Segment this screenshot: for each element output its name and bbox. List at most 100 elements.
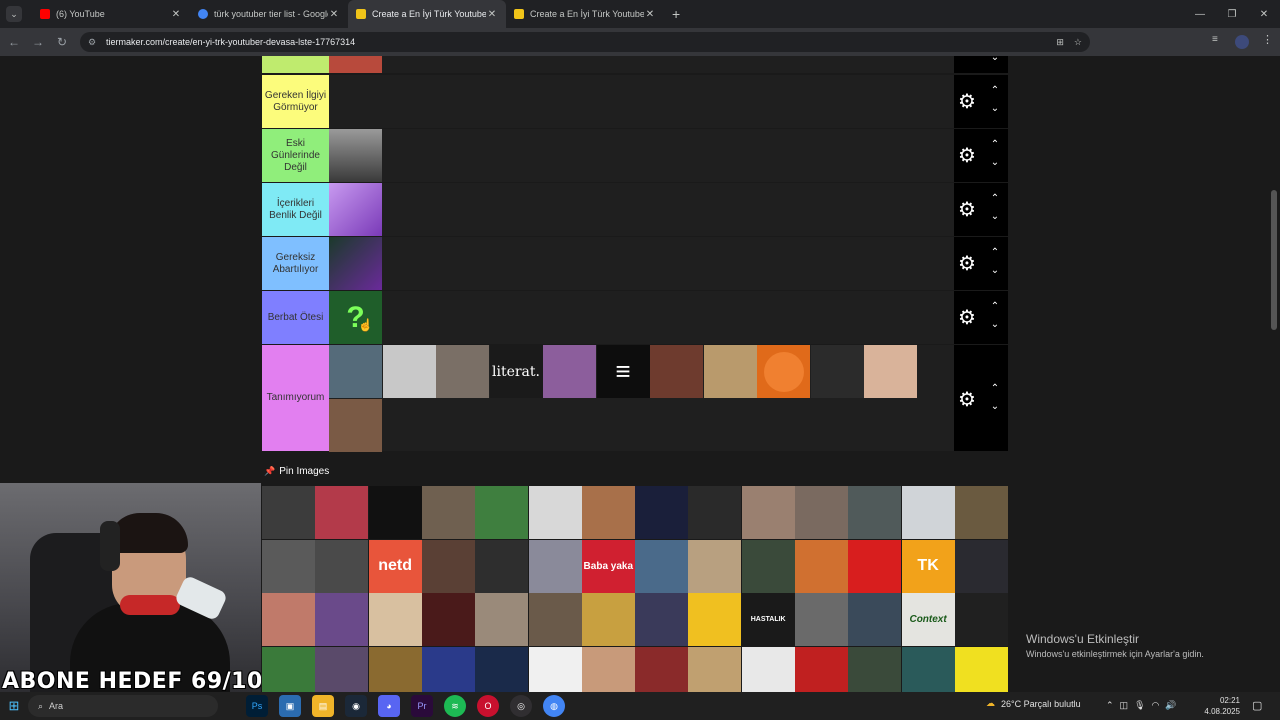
chevron-down-icon[interactable]: ⌄ [988, 315, 1002, 335]
tab-youtube[interactable]: (6) YouTube ✕ [32, 0, 190, 28]
pool-youtuber-thumbnail[interactable] [848, 593, 902, 646]
pool-youtuber-thumbnail[interactable] [475, 539, 529, 593]
translate-icon[interactable]: ⊞ [1056, 37, 1064, 48]
tier-label[interactable]: İçerikleri Benlik Değil [262, 183, 329, 236]
site-info-icon[interactable]: ⚙ [88, 37, 98, 48]
close-tab-icon[interactable]: ✕ [170, 9, 182, 20]
pool-youtuber-thumbnail[interactable] [954, 539, 1008, 593]
pool-youtuber-thumbnail[interactable] [368, 646, 422, 692]
gear-icon[interactable]: ⚙ [958, 197, 976, 222]
pool-youtuber-thumbnail[interactable] [421, 593, 475, 646]
chevron-up-icon[interactable]: ⌃ [988, 81, 1002, 101]
pool-youtuber-thumbnail[interactable] [848, 486, 902, 539]
pool-youtuber-thumbnail[interactable] [688, 646, 742, 692]
minimize-icon[interactable]: — [1184, 0, 1216, 28]
chevron-down-icon[interactable]: ⌄ [988, 56, 1002, 68]
network-icon[interactable]: ◫ [1120, 700, 1129, 711]
reload-icon[interactable]: ↻ [50, 35, 74, 49]
pool-youtuber-thumbnail[interactable] [795, 486, 848, 539]
gear-icon[interactable]: ⚙ [958, 387, 976, 412]
chevron-up-icon[interactable]: ⌃ [988, 379, 1002, 399]
chevron-up-icon[interactable]: ⌃ [988, 243, 1002, 263]
pool-youtuber-thumbnail[interactable] [635, 539, 689, 593]
close-window-icon[interactable]: ✕ [1248, 0, 1280, 28]
pool-youtuber-thumbnail[interactable] [741, 539, 795, 593]
taskbar-clock[interactable]: 02:21 4.08.2025 [1198, 695, 1240, 717]
windows-start-icon[interactable]: ⊞ [0, 698, 28, 714]
chevron-up-icon[interactable]: ⌃ [988, 189, 1002, 209]
youtuber-thumbnail[interactable] [329, 399, 382, 452]
volume-icon[interactable]: 🔊 [1165, 700, 1176, 711]
chrome-icon[interactable]: ◍ [543, 695, 565, 717]
tier-label[interactable]: Berbat Ötesi [262, 291, 329, 344]
obs-icon[interactable]: ◎ [510, 695, 532, 717]
pool-youtuber-thumbnail[interactable] [901, 646, 955, 692]
pool-youtuber-thumbnail[interactable] [954, 486, 1008, 539]
back-icon[interactable]: ← [2, 35, 26, 49]
pin-images-toggle[interactable]: 📌 Pin Images [264, 466, 329, 477]
pool-youtuber-thumbnail[interactable] [315, 539, 369, 593]
tier-items[interactable] [329, 129, 954, 182]
pool-youtuber-thumbnail[interactable] [528, 539, 582, 593]
pool-youtuber-thumbnail[interactable] [315, 646, 369, 692]
pool-youtuber-thumbnail[interactable] [315, 486, 369, 539]
pool-youtuber-thumbnail[interactable] [262, 486, 315, 539]
youtuber-thumbnail[interactable] [329, 56, 382, 73]
chevron-down-icon[interactable]: ⌄ [988, 99, 1002, 119]
gear-icon[interactable]: ⚙ [958, 143, 976, 168]
tier-items[interactable] [329, 75, 954, 128]
tier-items[interactable] [329, 56, 954, 73]
chevron-down-icon[interactable]: ⌄ [988, 261, 1002, 281]
mic-icon[interactable]: 🎙 [1134, 700, 1145, 711]
pool-youtuber-thumbnail[interactable] [528, 486, 582, 539]
pool-youtuber-thumbnail[interactable] [795, 593, 848, 646]
tray-chevron-icon[interactable]: ⌃ [1106, 700, 1114, 711]
photoshop-icon[interactable]: Ps [246, 695, 268, 717]
pool-youtuber-thumbnail[interactable] [262, 593, 315, 646]
pool-youtuber-thumbnail[interactable] [262, 539, 315, 593]
pool-youtuber-thumbnail[interactable] [528, 593, 582, 646]
pool-youtuber-thumbnail[interactable] [421, 646, 475, 692]
gear-icon[interactable]: ⚙ [958, 251, 976, 276]
youtuber-thumbnail[interactable] [436, 345, 489, 398]
pool-youtuber-thumbnail[interactable] [475, 486, 529, 539]
youtuber-thumbnail[interactable] [864, 345, 917, 398]
pool-youtuber-thumbnail[interactable] [421, 539, 475, 593]
taskbar-search[interactable]: ⌕ Ara [28, 695, 218, 717]
youtuber-thumbnail[interactable] [329, 129, 382, 182]
pool-youtuber-thumbnail[interactable] [315, 593, 369, 646]
pool-youtuber-thumbnail[interactable] [848, 539, 902, 593]
pool-youtuber-thumbnail[interactable] [475, 593, 529, 646]
youtuber-thumbnail[interactable] [703, 345, 757, 398]
tier-label[interactable]: Gereksiz Abartılıyor [262, 237, 329, 290]
steam-icon[interactable]: ◉ [345, 695, 367, 717]
youtuber-thumbnail[interactable] [329, 183, 382, 236]
pool-youtuber-thumbnail[interactable] [581, 646, 635, 692]
tk-logo-thumbnail[interactable]: TK [901, 539, 955, 593]
hastalik-logo-thumbnail[interactable]: HASTALIK [741, 593, 795, 646]
opera-icon[interactable]: O [477, 695, 499, 717]
pool-youtuber-thumbnail[interactable] [741, 486, 795, 539]
youtuber-thumbnail[interactable] [543, 345, 596, 398]
weather-widget[interactable]: ☁ 26°C Parçalı bulutlu [986, 698, 1081, 709]
youtuber-thumbnail[interactable] [810, 345, 864, 398]
gear-icon[interactable]: ⚙ [958, 89, 976, 114]
wifi-icon[interactable]: ◠ [1152, 700, 1160, 711]
pool-youtuber-thumbnail[interactable] [475, 646, 529, 692]
forward-icon[interactable]: → [26, 35, 50, 49]
pool-youtuber-thumbnail[interactable] [635, 646, 689, 692]
pool-youtuber-thumbnail[interactable] [688, 486, 742, 539]
question-mark-thumbnail[interactable]: ? [329, 291, 382, 344]
tier-label[interactable]: Tanımıyorum [262, 345, 329, 451]
literat-logo-thumbnail[interactable]: literat. [489, 345, 543, 398]
page-scrollbar[interactable] [1268, 56, 1280, 692]
youtuber-thumbnail[interactable] [382, 345, 436, 398]
pool-youtuber-thumbnail[interactable] [688, 593, 742, 646]
pool-youtuber-thumbnail[interactable] [262, 646, 315, 692]
chevron-down-icon[interactable]: ⌄ [988, 153, 1002, 173]
chevron-down-icon[interactable]: ⌄ [988, 397, 1002, 417]
f-logo-thumbnail[interactable]: ≡ [596, 345, 650, 398]
pumpkin-thumbnail[interactable] [757, 345, 810, 398]
pool-youtuber-thumbnail[interactable] [954, 593, 1008, 646]
youtuber-thumbnail[interactable] [650, 345, 703, 398]
